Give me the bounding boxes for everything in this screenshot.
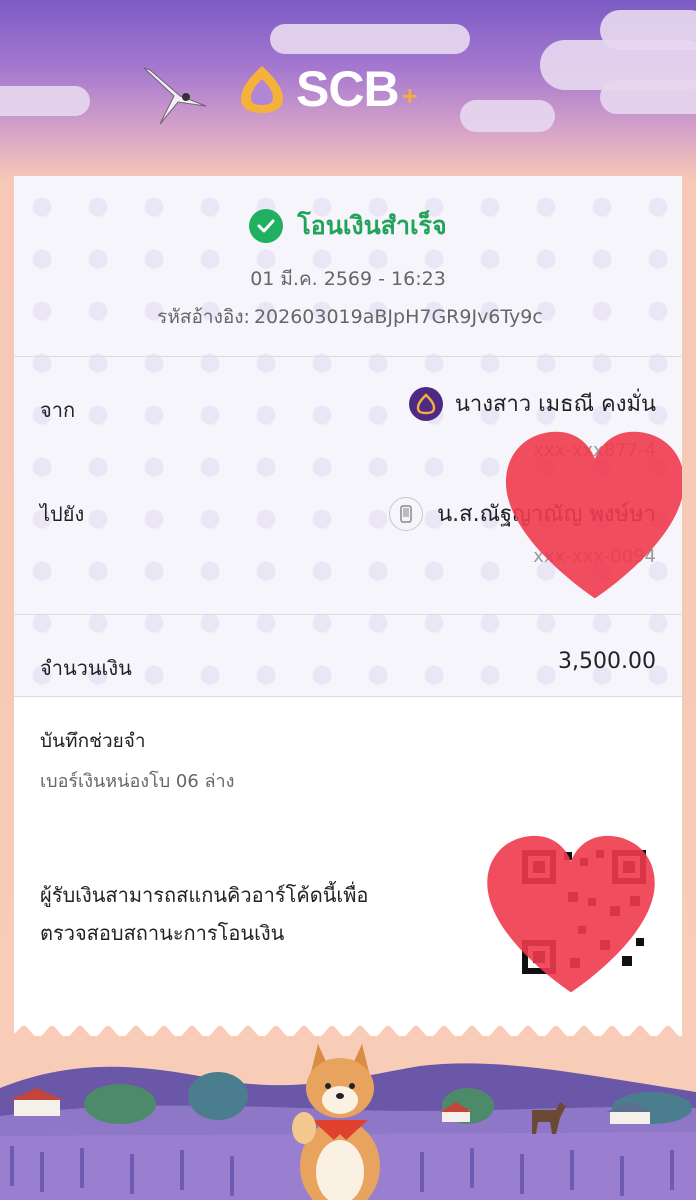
amount-value: 3,500.00 [558, 649, 656, 674]
check-icon [249, 209, 284, 243]
divider [14, 614, 682, 615]
divider [14, 696, 682, 697]
qr-instruction-line1: ผู้รับเงินสามารถสแกนคิวอาร์โค้ดนี้เพื่อ [40, 883, 369, 907]
reference-value: 202603019aBJpH7GR9Jv6Ty9c [253, 306, 543, 328]
qr-code [518, 846, 650, 978]
from-label: จาก [40, 398, 76, 422]
background-pattern [14, 176, 682, 696]
memo-text: เบอร์เงินหน่องโบ 06 ล่าง [40, 771, 235, 792]
divider [14, 356, 682, 357]
transfer-status: โอนเงินสำเร็จ [14, 206, 682, 246]
logo-plus: + [400, 83, 420, 109]
scb-shell-icon [241, 66, 283, 113]
from-party: นางสาว เมธณี คงมั่น [408, 386, 656, 421]
amount-label: จำนวนเงิน [40, 656, 132, 680]
reference-code: รหัสอ้างอิง: 202603019aBJpH7GR9Jv6Ty9c [14, 302, 682, 332]
to-label: ไปยัง [40, 502, 85, 526]
lavender-field-illustration [0, 1036, 696, 1200]
mobile-phone-icon [389, 496, 424, 531]
to-name: น.ส.ณัฐญาณัญ พงษ์ษา [437, 502, 656, 527]
qr-instruction-line2: ตรวจสอบสถานะการโอนเงิน [40, 921, 285, 945]
scb-bank-icon [408, 386, 443, 421]
to-account: xxx-xxx-0094 [533, 546, 656, 567]
transfer-datetime: 01 มี.ค. 2569 - 16:23 [250, 268, 446, 290]
status-text: โอนเงินสำเร็จ [297, 211, 447, 240]
reference-label: รหัสอ้างอิง: [157, 306, 250, 328]
transfer-receipt: โอนเงินสำเร็จ 01 มี.ค. 2569 - 16:23 รหัส… [14, 176, 682, 1026]
bird-illustration [143, 67, 207, 125]
memo-label: บันทึกช่วยจำ [40, 730, 146, 752]
scb-logo: SCB + [236, 62, 419, 116]
logo-text: SCB [296, 61, 400, 117]
from-account: xxx-xxx877-4 [533, 440, 656, 461]
app-header: SCB + [0, 0, 696, 175]
to-party: น.ส.ณัฐญาณัญ พงษ์ษา [389, 496, 656, 531]
qr-instruction: ผู้รับเงินสามารถสแกนคิวอาร์โค้ดนี้เพื่อ … [40, 876, 440, 952]
from-name: นางสาว เมธณี คงมั่น [454, 392, 656, 417]
